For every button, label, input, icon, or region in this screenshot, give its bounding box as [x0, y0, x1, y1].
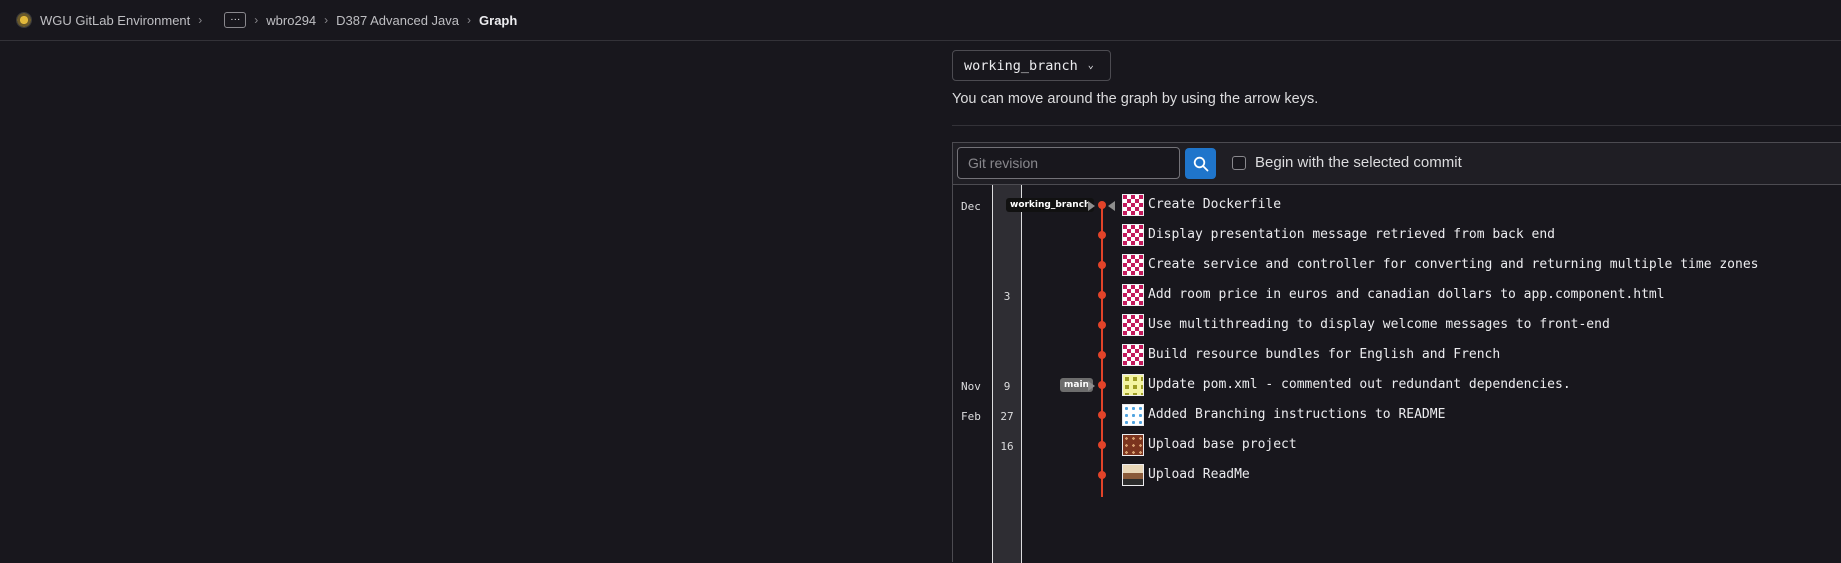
head-arrow-icon — [1108, 201, 1115, 211]
author-avatar — [1122, 464, 1144, 486]
breadcrumb-user[interactable]: wbro294 — [266, 13, 316, 28]
network-graph-panel: Begin with the selected commit Dec Nov F… — [952, 142, 1841, 563]
commit-graph[interactable]: Dec Nov Feb 3 9 27 16 working_branch mai… — [953, 185, 1841, 563]
ref-arrow-icon — [1088, 201, 1095, 211]
author-avatar — [1122, 194, 1144, 216]
graph-toolbar: Begin with the selected commit — [953, 143, 1841, 185]
breadcrumb: WGU GitLab Environment › ··· › wbro294 ›… — [0, 0, 1841, 41]
commit-dot[interactable] — [1098, 261, 1106, 269]
author-avatar — [1122, 434, 1144, 456]
commit-message[interactable]: Update pom.xml - commented out redundant… — [1148, 377, 1571, 392]
commit-dot[interactable] — [1098, 321, 1106, 329]
commit-message[interactable]: Upload ReadMe — [1148, 467, 1250, 482]
commit-dot[interactable] — [1098, 231, 1106, 239]
commit-dot[interactable] — [1098, 441, 1106, 449]
author-avatar — [1122, 374, 1144, 396]
ref-selector-dropdown[interactable]: working_branch ⌄ — [952, 50, 1111, 81]
commit-message[interactable]: Add room price in euros and canadian dol… — [1148, 287, 1665, 302]
commit-dot[interactable] — [1098, 411, 1106, 419]
ref-arrow-icon — [1088, 381, 1095, 391]
chevron-right-icon: › — [254, 13, 259, 27]
divider — [952, 125, 1841, 126]
breadcrumb-current[interactable]: Graph — [479, 13, 517, 28]
ref-selector-value: working_branch — [964, 57, 1078, 74]
begin-with-selected-checkbox[interactable] — [1232, 156, 1246, 170]
commit-message[interactable]: Build resource bundles for English and F… — [1148, 347, 1500, 362]
author-avatar — [1122, 254, 1144, 276]
author-avatar — [1122, 344, 1144, 366]
commit-dot[interactable] — [1098, 381, 1106, 389]
search-button[interactable] — [1185, 148, 1216, 179]
month-label: Nov — [961, 380, 981, 393]
month-label: Feb — [961, 410, 981, 423]
chevron-right-icon: › — [324, 13, 329, 27]
day-column — [992, 185, 1022, 563]
commit-message[interactable]: Upload base project — [1148, 437, 1297, 452]
commit-dot[interactable] — [1098, 201, 1106, 209]
commit-dot[interactable] — [1098, 291, 1106, 299]
breadcrumb-app[interactable]: WGU GitLab Environment — [40, 13, 190, 28]
commit-message[interactable]: Display presentation message retrieved f… — [1148, 227, 1555, 242]
git-revision-input[interactable] — [957, 147, 1180, 179]
commit-dot[interactable] — [1098, 351, 1106, 359]
search-icon — [1193, 156, 1208, 171]
day-label: 27 — [1000, 410, 1014, 423]
breadcrumb-ellipsis-button[interactable]: ··· — [224, 12, 247, 28]
chevron-right-icon: › — [467, 13, 472, 27]
chevron-down-icon: ⌄ — [1087, 60, 1094, 71]
commit-message[interactable]: Create service and controller for conver… — [1148, 257, 1758, 272]
navigation-hint: You can move around the graph by using t… — [952, 91, 1319, 107]
day-label: 3 — [1003, 290, 1011, 303]
commit-message[interactable]: Added Branching instructions to README — [1148, 407, 1445, 422]
ref-label-working-branch[interactable]: working_branch — [1006, 198, 1095, 212]
author-avatar — [1122, 224, 1144, 246]
commit-message[interactable]: Create Dockerfile — [1148, 197, 1281, 212]
author-avatar — [1122, 314, 1144, 336]
chevron-right-icon: › — [198, 13, 203, 27]
breadcrumb-project[interactable]: D387 Advanced Java — [336, 13, 459, 28]
begin-with-selected-label: Begin with the selected commit — [1255, 154, 1462, 171]
day-label: 16 — [1000, 440, 1014, 453]
gitlab-logo-icon[interactable] — [16, 12, 32, 28]
day-label: 9 — [1003, 380, 1011, 393]
author-avatar — [1122, 404, 1144, 426]
commit-message[interactable]: Use multithreading to display welcome me… — [1148, 317, 1610, 332]
month-label: Dec — [961, 200, 981, 213]
author-avatar — [1122, 284, 1144, 306]
commit-dot[interactable] — [1098, 471, 1106, 479]
